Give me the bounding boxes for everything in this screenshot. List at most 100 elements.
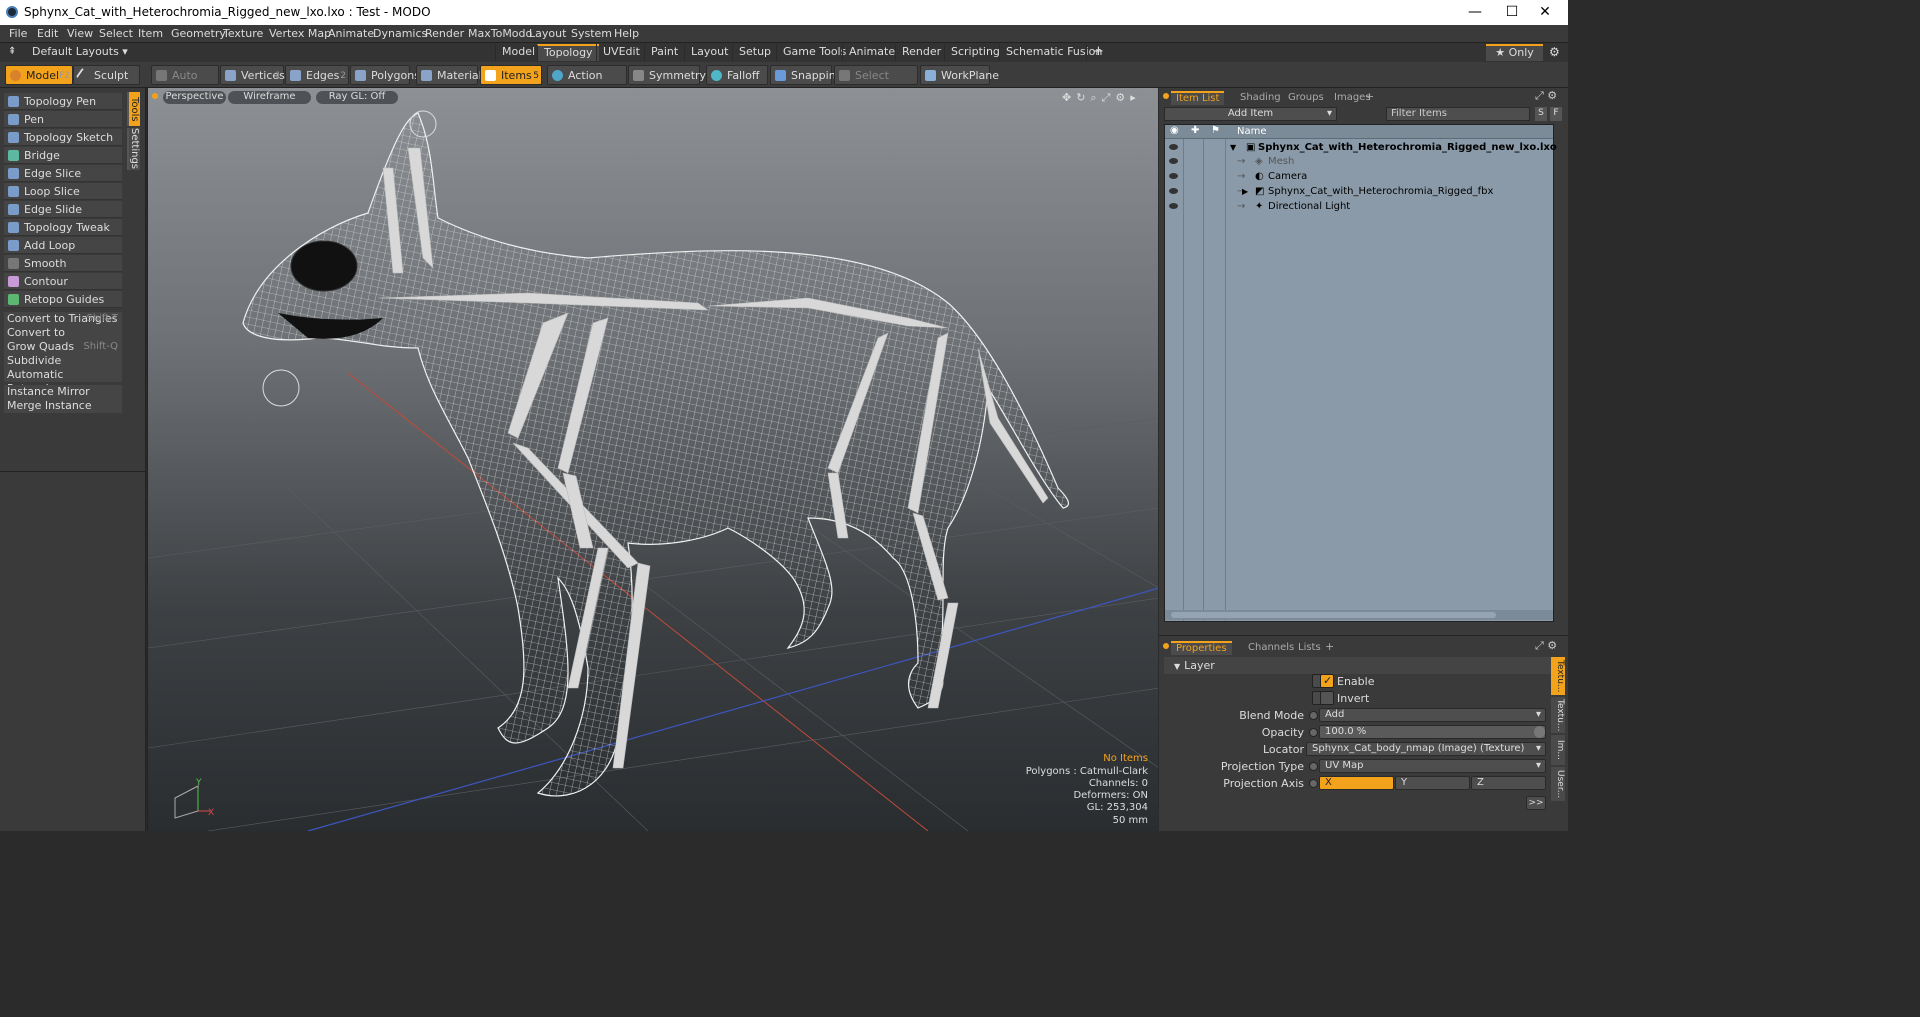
- retopo-guides-tool[interactable]: Retopo Guides: [4, 291, 122, 308]
- scrollbar-thumb[interactable]: [1171, 612, 1496, 618]
- select-through-button[interactable]: Select Through: [834, 65, 918, 102]
- menu-vertex-map[interactable]: Vertex Map: [269, 27, 331, 40]
- tab-shading[interactable]: Shading: [1235, 91, 1286, 105]
- tab-item-list[interactable]: Item List: [1171, 91, 1225, 105]
- convert-to-quadrangles-button[interactable]: Convert to Quadrangles: [4, 326, 122, 353]
- invert-checkbox[interactable]: [1320, 691, 1334, 705]
- item-row-light[interactable]: → ✦ Directional Light: [1165, 199, 1553, 214]
- only-button[interactable]: ★ Only: [1486, 44, 1543, 61]
- snapping-button[interactable]: Snapping: [770, 65, 843, 85]
- name-column-header[interactable]: Name: [1237, 126, 1267, 137]
- visibility-eye-icon[interactable]: [1169, 188, 1178, 194]
- menu-help[interactable]: Help: [614, 27, 639, 40]
- visibility-eye-icon[interactable]: [1169, 144, 1178, 150]
- tab-channels[interactable]: Channels: [1243, 641, 1299, 655]
- add-loop-tool[interactable]: Add Loop: [4, 237, 122, 254]
- menu-view[interactable]: View: [67, 27, 93, 40]
- 3d-viewport[interactable]: Perspective Wireframe Ray GL: Off ✥↻⌕⤢⚙▸: [147, 88, 1158, 831]
- action-center-button[interactable]: Action Center: [547, 65, 627, 102]
- item-row-fbx[interactable]: → ▶ ◩ Sphynx_Cat_with_Heterochromia_Rigg…: [1165, 184, 1553, 199]
- subdivide-button[interactable]: Subdivide: [4, 354, 122, 368]
- tab-scripting[interactable]: Scripting: [944, 44, 1006, 61]
- topology-sketch-tool[interactable]: Topology Sketch: [4, 129, 122, 146]
- loop-slice-tool[interactable]: Loop Slice: [4, 183, 122, 200]
- topology-pen-tool[interactable]: Topology Pen: [4, 93, 122, 110]
- layout-collapse-icon[interactable]: ⇞: [8, 46, 16, 57]
- filter-f-button[interactable]: F: [1550, 107, 1562, 121]
- tab-texture-1[interactable]: Textu...: [1551, 657, 1565, 695]
- opacity-slider[interactable]: 100.0 %: [1319, 725, 1546, 739]
- blend-mode-anim-dot[interactable]: [1309, 711, 1318, 720]
- visibility-eye-icon[interactable]: [1169, 203, 1178, 209]
- tab-image[interactable]: Im...: [1551, 735, 1565, 765]
- menu-edit[interactable]: Edit: [37, 27, 58, 40]
- tab-settings[interactable]: Settings: [127, 128, 140, 170]
- gear-icon[interactable]: ⚙: [1549, 45, 1560, 59]
- tab-uvedit[interactable]: UVEdit: [596, 44, 646, 61]
- horizontal-scrollbar[interactable]: [1165, 610, 1553, 620]
- menu-render[interactable]: Render: [425, 27, 464, 40]
- sculpt-button[interactable]: Sculpt: [73, 65, 140, 85]
- materials-button[interactable]: Materials: [416, 65, 487, 85]
- layer-section-header[interactable]: ▼ Layer: [1164, 657, 1554, 674]
- contour-tool[interactable]: Contour: [4, 273, 122, 290]
- blend-mode-dropdown[interactable]: Add ▾: [1319, 708, 1546, 722]
- menu-dynamics[interactable]: Dynamics: [373, 27, 427, 40]
- item-row-scene[interactable]: ▼ ▣ Sphynx_Cat_with_Heterochromia_Rigged…: [1165, 140, 1557, 155]
- menu-system[interactable]: System: [571, 27, 612, 40]
- edge-slide-tool[interactable]: Edge Slide: [4, 201, 122, 218]
- topology-tweak-tool[interactable]: Topology Tweak: [4, 219, 122, 236]
- close-button[interactable]: ✕: [1522, 0, 1568, 25]
- workplane-button[interactable]: WorkPlane: [920, 65, 999, 85]
- tab-render[interactable]: Render: [895, 44, 947, 61]
- automatic-retopology-button[interactable]: Automatic Retopology: [4, 368, 122, 395]
- grow-quads-button[interactable]: Grow Quads Shift-Q: [4, 340, 122, 354]
- bridge-tool[interactable]: Bridge: [4, 147, 122, 164]
- more-button[interactable]: >>: [1526, 796, 1546, 810]
- tab-animate[interactable]: Animate: [842, 44, 901, 61]
- projection-axis-y[interactable]: Y: [1395, 776, 1470, 790]
- menu-file[interactable]: File: [9, 27, 27, 40]
- tab-paint[interactable]: Paint: [644, 44, 684, 61]
- menu-select[interactable]: Select: [99, 27, 133, 40]
- menu-animate[interactable]: Animate: [328, 27, 374, 40]
- expand-arrow-icon[interactable]: ▼: [1230, 140, 1236, 155]
- tab-game-tools[interactable]: Game Tools: [776, 44, 852, 61]
- tab-properties[interactable]: Properties: [1171, 641, 1232, 655]
- convert-to-triangles-button[interactable]: Convert to Triangles Shift-T: [4, 312, 122, 326]
- projection-axis-z[interactable]: Z: [1471, 776, 1546, 790]
- item-row-mesh[interactable]: → ◈ Mesh: [1165, 154, 1553, 169]
- tab-topology[interactable]: Topology: [537, 44, 599, 61]
- expand-arrow-icon[interactable]: ▶: [1242, 184, 1248, 199]
- tab-layout[interactable]: Layout: [684, 44, 734, 61]
- add-tab-button[interactable]: +: [1086, 44, 1110, 61]
- instance-mirror-button[interactable]: Instance Mirror: [4, 385, 122, 399]
- menu-item[interactable]: Item: [138, 27, 163, 40]
- panel-expand-icon[interactable]: ⤢ ⚙: [1535, 639, 1557, 653]
- projection-axis-x[interactable]: X: [1319, 776, 1394, 790]
- enable-checkbox[interactable]: [1320, 674, 1334, 688]
- locator-dropdown[interactable]: Sphynx_Cat_body_nmap (Image) (Texture) ▾: [1306, 742, 1546, 756]
- tab-model[interactable]: Model: [495, 44, 541, 61]
- symmetry-button[interactable]: Symmetry: [628, 65, 706, 85]
- add-tab-plus[interactable]: +: [1325, 640, 1334, 653]
- add-tab-plus[interactable]: +: [1365, 90, 1374, 103]
- edges-button[interactable]: Edges 2: [285, 65, 349, 85]
- menu-geometry[interactable]: Geometry: [171, 27, 226, 40]
- falloff-button[interactable]: Falloff: [706, 65, 768, 85]
- smooth-tool[interactable]: Smooth: [4, 255, 122, 272]
- visibility-eye-icon[interactable]: [1169, 158, 1178, 164]
- add-item-dropdown[interactable]: Add Item ▾: [1164, 107, 1337, 121]
- filter-items-input[interactable]: Filter Items: [1386, 107, 1530, 121]
- panel-expand-icon[interactable]: ⤢ ⚙: [1535, 89, 1557, 103]
- tab-setup[interactable]: Setup: [732, 44, 777, 61]
- items-button[interactable]: Items 5: [480, 65, 542, 85]
- item-row-camera[interactable]: → ◐ Camera: [1165, 169, 1553, 184]
- polygons-button[interactable]: Polygons: [350, 65, 420, 85]
- auto-select-button[interactable]: Auto Select: [151, 65, 219, 102]
- menu-layout[interactable]: Layout: [529, 27, 566, 40]
- vertices-button[interactable]: Vertices 1: [220, 65, 285, 85]
- menu-maxtomodo[interactable]: MaxToModo: [468, 27, 532, 40]
- slider-handle[interactable]: [1534, 726, 1545, 738]
- menu-texture[interactable]: Texture: [223, 27, 263, 40]
